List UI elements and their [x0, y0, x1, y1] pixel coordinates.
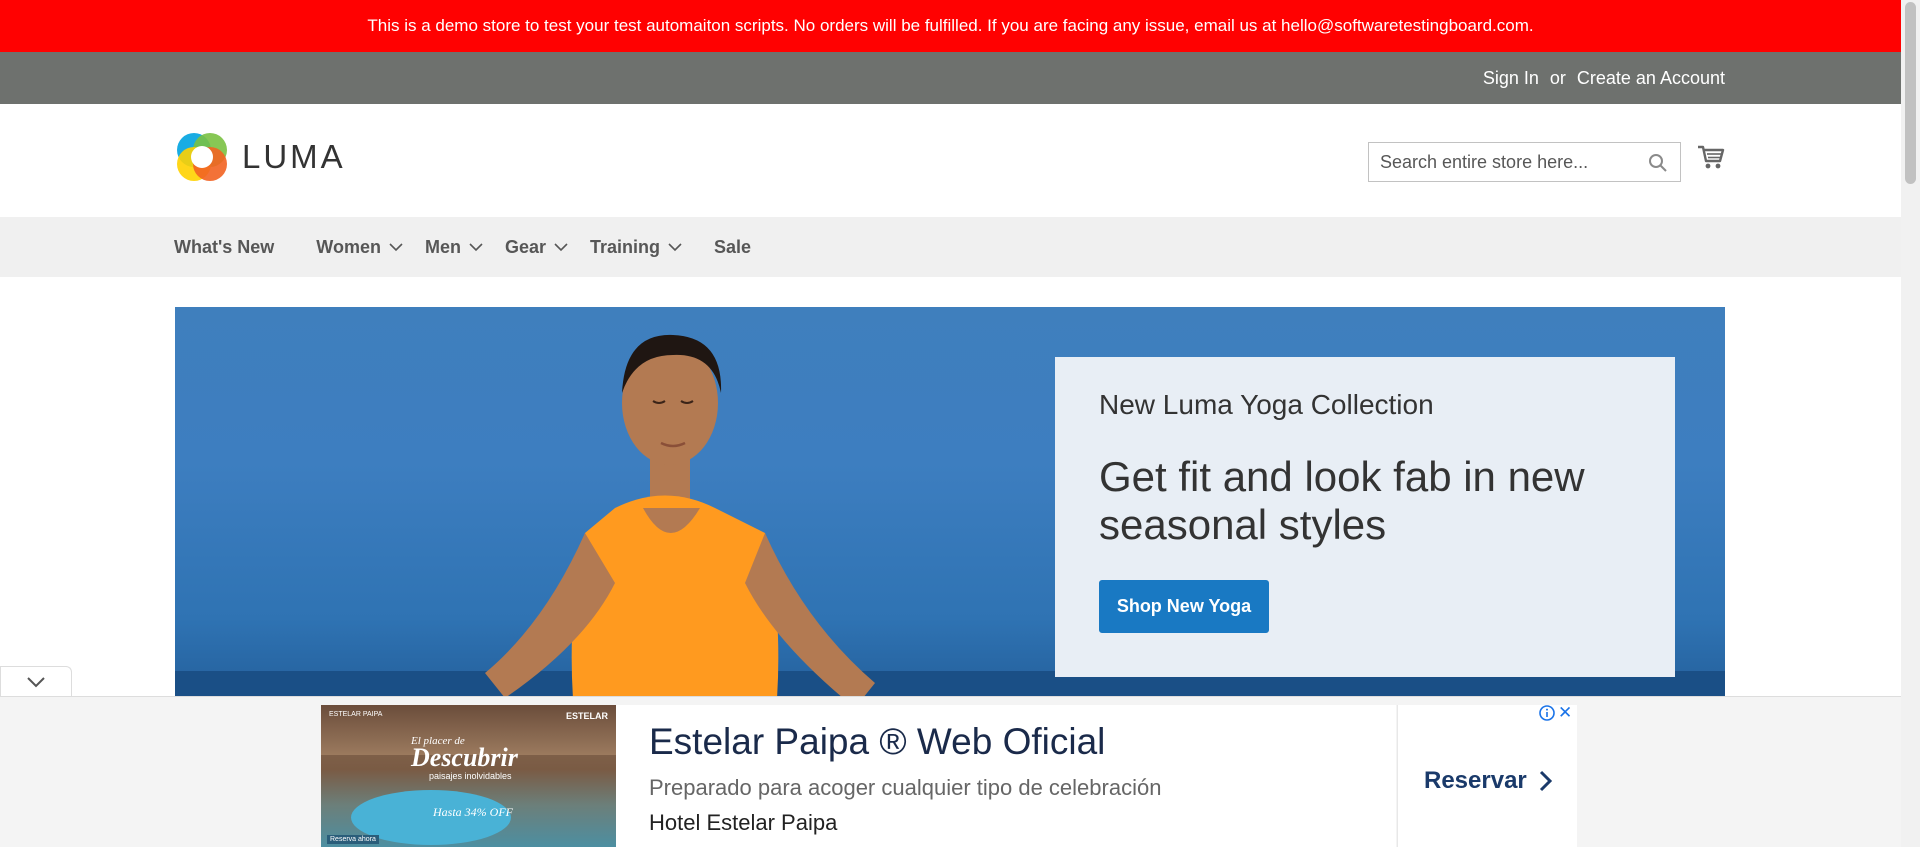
main-navigation: What's New Women Men Gear Training Sale: [0, 217, 1901, 277]
ad-image-line3: paisajes inolvidables: [429, 771, 512, 781]
ad-collapse-toggle[interactable]: [0, 666, 72, 696]
hero-promo-card: New Luma Yoga Collection Get fit and loo…: [1055, 357, 1675, 677]
nav-item-gear[interactable]: Gear: [505, 237, 570, 258]
nav-item-label: Sale: [714, 236, 752, 257]
scrollbar-thumb[interactable]: [1905, 2, 1916, 184]
or-separator: or: [1549, 67, 1566, 88]
ad-image-brand-right: ESTELAR: [565, 711, 608, 721]
create-account-link[interactable]: Create an Account: [1577, 68, 1725, 89]
ad-text-block[interactable]: Estelar Paipa ® Web Oficial Preparado pa…: [616, 705, 1396, 847]
ad-advertiser: Hotel Estelar Paipa: [649, 810, 838, 835]
hero-banner[interactable]: New Luma Yoga Collection Get fit and loo…: [175, 307, 1725, 697]
shop-new-yoga-button[interactable]: Shop New Yoga: [1099, 580, 1269, 633]
nav-item-label: Men: [424, 236, 461, 257]
nav-item-training[interactable]: Training: [590, 237, 684, 258]
search-box: [1368, 142, 1681, 182]
nav-item-label: Gear: [504, 236, 546, 257]
nav-item-whats-new[interactable]: What's New: [174, 237, 274, 258]
chevron-down-icon: [668, 242, 682, 251]
reservar-label: Reservar: [1424, 767, 1527, 794]
page-scrollbar[interactable]: [1901, 0, 1920, 847]
ad-image-brand-left: ESTELAR PAIPA: [329, 711, 383, 718]
ad-title: Estelar Paipa ® Web Oficial: [649, 721, 1106, 762]
ad-image-line2: Descubrir: [411, 743, 518, 772]
nav-item-sale[interactable]: Sale: [714, 237, 751, 258]
luma-logo-icon: [177, 133, 227, 181]
cart-icon[interactable]: [1697, 144, 1725, 175]
ad-image-cta: Reserva ahora: [327, 835, 379, 844]
chevron-down-icon: [469, 242, 483, 251]
chevron-right-icon: [1539, 770, 1552, 792]
logo-text: LUMA: [242, 138, 346, 175]
ad-image-line4: Hasta 34% OFF: [433, 805, 513, 819]
ad-info-icon[interactable]: [1539, 705, 1555, 726]
chevron-down-icon: [27, 676, 45, 687]
luma-logo[interactable]: LUMA: [174, 129, 346, 185]
site-header: LUMA: [0, 104, 1901, 217]
sign-in-link[interactable]: Sign In: [1483, 68, 1539, 89]
yoga-woman-image: [485, 334, 875, 697]
ad-image[interactable]: ESTELAR PAIPA ESTELAR El placer de Descu…: [321, 705, 616, 847]
ad-cta-block[interactable]: Reservar: [1397, 705, 1577, 847]
account-links: Sign In or Create an Account: [1483, 52, 1725, 104]
anchor-ad-bar: ESTELAR PAIPA ESTELAR El placer de Descu…: [0, 696, 1901, 847]
chevron-down-icon: [389, 242, 403, 251]
nav-item-label: What's New: [174, 236, 275, 257]
hero-title: Get fit and look fab in new seasonal sty…: [1099, 453, 1585, 548]
nav-item-label: Training: [590, 236, 661, 257]
chevron-down-icon: [554, 242, 568, 251]
ad-close-icon[interactable]: ✕: [1558, 703, 1572, 723]
demo-notice-bar: This is a demo store to test your test a…: [0, 0, 1901, 52]
ad-description: Preparado para acoger cualquier tipo de …: [649, 775, 1162, 800]
panel-header: Sign In or Create an Account: [0, 52, 1901, 104]
hero-subtitle: New Luma Yoga Collection: [1099, 389, 1434, 420]
search-icon[interactable]: [1648, 153, 1668, 178]
demo-notice-text: This is a demo store to test your test a…: [367, 16, 1534, 35]
nav-item-label: Women: [316, 236, 381, 257]
nav-item-women[interactable]: Women: [316, 237, 405, 258]
reservar-button[interactable]: Reservar: [1424, 767, 1553, 795]
search-input[interactable]: [1369, 143, 1639, 181]
nav-item-men[interactable]: Men: [425, 237, 485, 258]
